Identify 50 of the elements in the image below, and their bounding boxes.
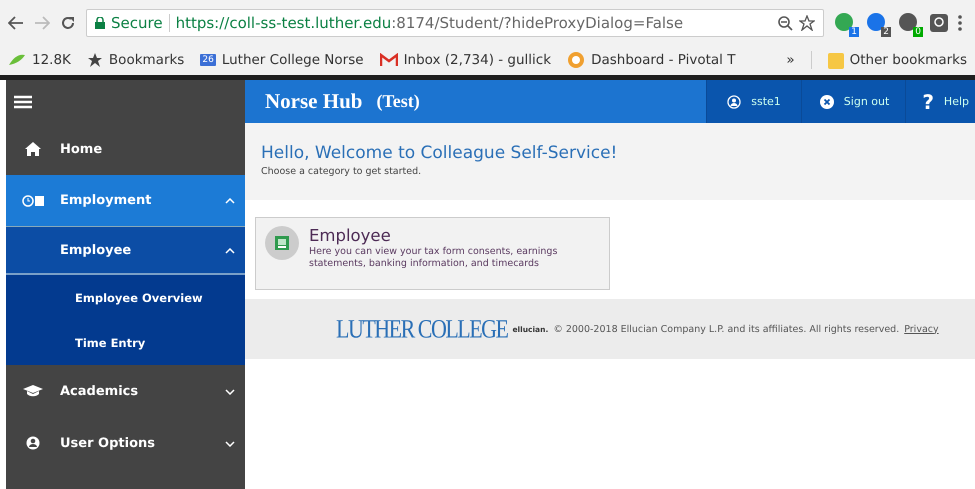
url-text: https://coll-ss-test.luther.edu:8174/Student/?hideProxyDialog=False (176, 14, 684, 32)
zoom-icon[interactable] (777, 14, 793, 30)
flower-icon (567, 51, 586, 69)
overflow-button[interactable]: » (786, 52, 795, 68)
user-icon (727, 94, 742, 108)
college-logo: LUTHER COLLEGE (336, 313, 508, 345)
nav-item[interactable]: Employment (6, 175, 245, 227)
user-icon (26, 436, 40, 450)
secure-label: Secure (111, 14, 163, 32)
environment-label: (Test) (376, 91, 420, 112)
category-description: Here you can view your tax form consents, earnings statements, banking information, and timecards (309, 246, 558, 271)
mail-icon (380, 53, 398, 67)
badge-icon (265, 226, 299, 260)
bookmark-link[interactable]: 12.8K (32, 52, 71, 68)
calendar-icon: 26 (200, 54, 216, 66)
back-icon[interactable] (8, 16, 24, 30)
menu-icon[interactable] (14, 94, 32, 108)
bookmark-folder[interactable]: Other bookmarks (850, 52, 967, 68)
graduation-cap-icon (23, 385, 43, 397)
address-bar[interactable]: Secure https://coll-ss-test.luther.edu:8174/Student/?hideProxyDialog=False (86, 8, 824, 36)
privacy-link[interactable]: Privacy (904, 324, 939, 334)
star-icon[interactable] (799, 14, 815, 30)
menu-icon[interactable] (958, 14, 962, 30)
welcome-subheading: Choose a category to get started. (261, 166, 422, 177)
category-title: Employee (309, 226, 392, 245)
bookmark-link[interactable]: Luther College Norse (222, 52, 364, 68)
nav-link[interactable]: Employee Overview (6, 275, 245, 320)
star-icon (86, 52, 103, 68)
help-icon: ? (922, 90, 934, 114)
nav-item[interactable]: Home (6, 123, 245, 175)
bookmark-link[interactable]: Dashboard - Pivotal T (591, 52, 736, 68)
close-icon (820, 94, 834, 108)
lock-icon (95, 16, 105, 28)
leaf-icon (8, 53, 26, 67)
bookmark-link[interactable]: Inbox (2,734) - gullick (404, 52, 552, 68)
nav-item[interactable]: User Options (6, 417, 245, 469)
copyright-text: © 2000-2018 Ellucian Company L.P. and its affiliates. All rights reserved. (553, 324, 900, 334)
bookmark-link[interactable]: Bookmarks (108, 52, 184, 68)
category-card[interactable]: Employee Here you can view your tax form consents, earnings statements, banking information, and timecards (255, 217, 610, 290)
nav-item[interactable]: Academics (6, 365, 245, 417)
app-title: Norse Hub (265, 89, 362, 114)
home-icon (25, 142, 41, 156)
help-link[interactable]: Help (944, 95, 969, 108)
nav-subitem[interactable]: Employee (6, 227, 245, 275)
sign-out-link[interactable]: Sign out (844, 95, 890, 108)
user-link[interactable]: sste1 (751, 95, 781, 108)
reload-icon[interactable] (60, 14, 76, 30)
folder-icon (828, 51, 844, 69)
welcome-heading: Hello, Welcome to Colleague Self-Service! (261, 143, 618, 163)
nav-link[interactable]: Time Entry (6, 320, 245, 365)
